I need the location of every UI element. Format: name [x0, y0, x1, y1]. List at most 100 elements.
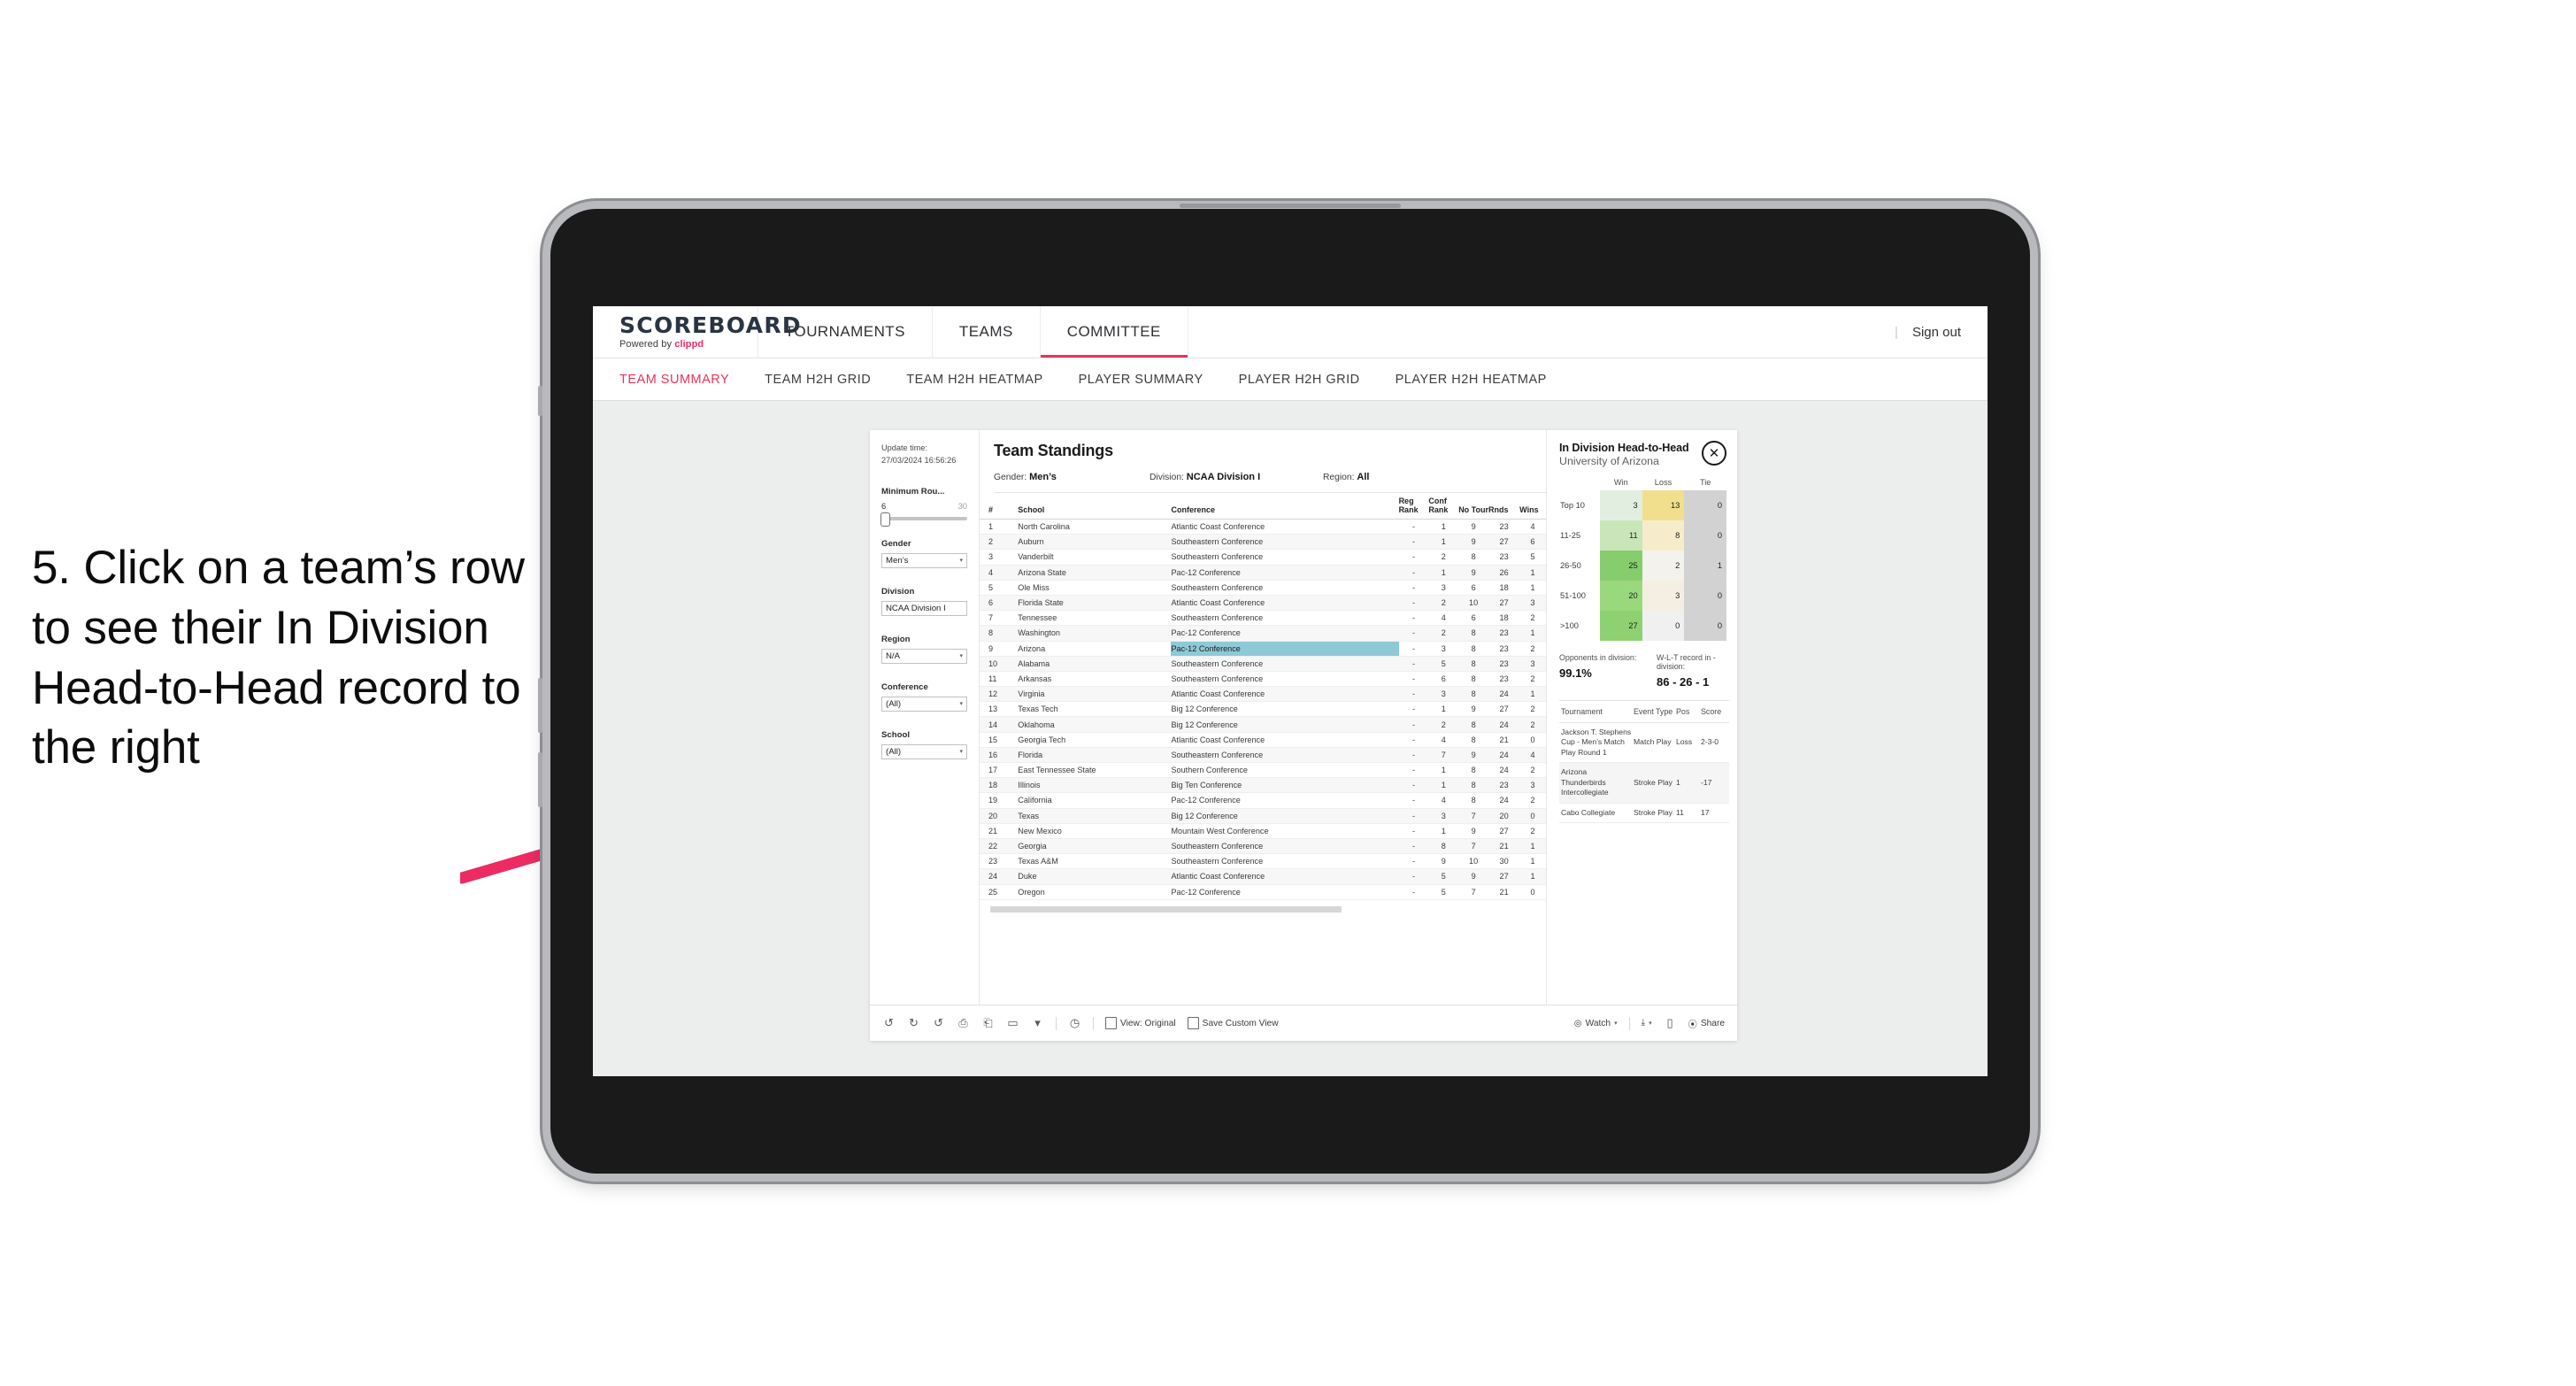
heatmap-cell-loss[interactable]: 13: [1642, 490, 1685, 520]
tab-team-h2h-heatmap[interactable]: TEAM H2H HEATMAP: [906, 373, 1042, 387]
table-row[interactable]: 20 Texas Big 12 Conference -3 7 20 0: [980, 808, 1546, 824]
table-row[interactable]: 19 California Pac-12 Conference -4 8 24 2: [980, 792, 1546, 809]
cell-conf-rank: 2: [1428, 625, 1459, 642]
heatmap-cell-tie[interactable]: 1: [1684, 551, 1726, 581]
tournament-row[interactable]: Arizona Thunderbirds Intercollegiate Stro…: [1559, 762, 1729, 804]
table-row[interactable]: 16 Florida Southeastern Conference -7 9 24 4: [980, 747, 1546, 764]
chevron-down-icon[interactable]: ▾: [1031, 1016, 1044, 1030]
heatmap-cell-win[interactable]: 25: [1600, 551, 1642, 581]
nav-item-tournaments[interactable]: TOURNAMENTS: [758, 306, 933, 358]
table-row[interactable]: 22 Georgia Southeastern Conference -8 7 21 1: [980, 838, 1546, 855]
cell-no-tour: 9: [1458, 868, 1488, 885]
horizontal-scrollbar[interactable]: [990, 905, 1342, 912]
tab-player-h2h-heatmap[interactable]: PLAYER H2H HEATMAP: [1396, 373, 1547, 387]
revert-icon[interactable]: ↺: [932, 1016, 945, 1030]
table-row[interactable]: 2 Auburn Southeastern Conference -1 9 27 6: [980, 534, 1546, 551]
clock-icon[interactable]: ◷: [1068, 1016, 1081, 1030]
close-icon[interactable]: ✕: [1702, 441, 1726, 466]
nav-item-committee[interactable]: COMMITTEE: [1040, 306, 1188, 358]
region-select[interactable]: N/A ▾: [881, 648, 967, 664]
heatmap-cell-tie[interactable]: 0: [1684, 520, 1726, 551]
cell-wins: 1: [1519, 868, 1546, 885]
table-row[interactable]: 13 Texas Tech Big 12 Conference -1 9 27 2: [980, 701, 1546, 718]
save-custom-view-button[interactable]: Save Custom View: [1187, 1017, 1279, 1029]
minimum-rounds-slider[interactable]: [880, 512, 967, 527]
cell-no-tour: 8: [1458, 549, 1488, 566]
table-row[interactable]: 9 Arizona Pac-12 Conference -3 8 23 2: [980, 641, 1546, 657]
tab-team-h2h-grid[interactable]: TEAM H2H GRID: [765, 373, 871, 387]
heatmap-cell-win[interactable]: 3: [1600, 490, 1642, 520]
cell-rnds: 18: [1488, 580, 1520, 596]
school-select[interactable]: (All) ▾: [881, 743, 967, 759]
tournament-row[interactable]: Cabo Collegiate Stroke Play 11 17: [1559, 803, 1729, 823]
tab-player-summary[interactable]: PLAYER SUMMARY: [1079, 373, 1203, 387]
view-original-button[interactable]: View: Original: [1105, 1017, 1176, 1029]
table-row[interactable]: 5 Ole Miss Southeastern Conference -3 6 18 1: [980, 580, 1546, 596]
heatmap-cell-loss[interactable]: 3: [1642, 581, 1685, 611]
undo-icon[interactable]: ↺: [882, 1016, 896, 1030]
watch-label: Watch: [1585, 1018, 1611, 1028]
table-row[interactable]: 14 Oklahoma Big 12 Conference -2 8 24 2: [980, 716, 1546, 733]
table-row[interactable]: 10 Alabama Southeastern Conference -5 8 23 3: [980, 656, 1546, 672]
brand-logo[interactable]: SCOREBOARD Powered by clippd: [593, 306, 801, 358]
heatmap-cell-win[interactable]: 20: [1600, 581, 1642, 611]
share-button[interactable]: ⦿ Share: [1688, 1017, 1725, 1030]
table-row[interactable]: 3 Vanderbilt Southeastern Conference -2 8 23 5: [980, 549, 1546, 566]
tab-player-h2h-grid[interactable]: PLAYER H2H GRID: [1239, 373, 1360, 387]
cell-no-tour: 7: [1458, 884, 1488, 900]
division-select[interactable]: NCAA Division I: [881, 600, 967, 616]
cell-wins: 3: [1519, 595, 1546, 612]
heatmap-cell-loss[interactable]: 8: [1642, 520, 1685, 551]
sign-out-link[interactable]: Sign out: [1912, 325, 1961, 340]
refresh-icon[interactable]: ⎙: [957, 1016, 970, 1030]
table-row[interactable]: 21 New Mexico Mountain West Conference -1 9 2…: [980, 823, 1546, 839]
tab-team-summary[interactable]: TEAM SUMMARY: [619, 373, 729, 387]
table-row[interactable]: 25 Oregon Pac-12 Conference -5 7 21 0: [980, 884, 1546, 900]
download-button[interactable]: ⤓ ▾: [1642, 1018, 1652, 1028]
tournament-row[interactable]: Jackson T. Stephens Cup - Men’s Match Pl…: [1559, 722, 1729, 764]
table-row[interactable]: 24 Duke Atlantic Coast Conference -5 9 27 1: [980, 868, 1546, 885]
table-row[interactable]: 4 Arizona State Pac-12 Conference -1 9 26 1: [980, 565, 1546, 581]
col-rank[interactable]: #: [980, 493, 1019, 520]
chevron-down-icon: ▾: [959, 558, 963, 565]
nav-item-teams[interactable]: TEAMS: [933, 306, 1041, 358]
table-row[interactable]: 8 Washington Pac-12 Conference -2 8 23 1: [980, 625, 1546, 642]
heatmap-cell-loss[interactable]: 2: [1642, 551, 1685, 581]
cell-conference: Big Ten Conference: [1171, 777, 1399, 794]
table-row[interactable]: 11 Arkansas Southeastern Conference -6 8 23 2: [980, 671, 1546, 688]
slider-handle[interactable]: [880, 512, 890, 527]
watch-button[interactable]: ◎ Watch ▾: [1574, 1019, 1618, 1028]
col-no-tour[interactable]: No Tour: [1458, 493, 1488, 520]
col-conf-rank[interactable]: Conf Rank: [1428, 493, 1459, 520]
col-wins[interactable]: Wins: [1519, 493, 1546, 520]
table-row[interactable]: 15 Georgia Tech Atlantic Coast Conference -…: [980, 732, 1546, 748]
cell-rnds: 27: [1488, 534, 1520, 551]
col-conference[interactable]: Conference: [1171, 493, 1399, 520]
heatmap-cell-win[interactable]: 27: [1600, 611, 1642, 641]
heatmap-cell-tie[interactable]: 0: [1684, 581, 1726, 611]
table-row[interactable]: 7 Tennessee Southeastern Conference -4 6 18 2: [980, 610, 1546, 627]
col-rnds[interactable]: Rnds: [1488, 493, 1520, 520]
conference-select[interactable]: (All) ▾: [881, 696, 967, 712]
heatmap-cell-tie[interactable]: 0: [1684, 611, 1726, 641]
heatmap-cell-tie[interactable]: 0: [1684, 490, 1726, 520]
heatmap-cell-win[interactable]: 11: [1600, 520, 1642, 551]
table-row[interactable]: 18 Illinois Big Ten Conference -1 8 23 3: [980, 777, 1546, 794]
table-row[interactable]: 6 Florida State Atlantic Coast Conference -…: [980, 595, 1546, 612]
table-row[interactable]: 1 North Carolina Atlantic Coast Conference…: [980, 519, 1546, 535]
filter-conference: Conference (All) ▾: [881, 682, 967, 712]
table-row[interactable]: 12 Virginia Atlantic Coast Conference -3 8 24…: [980, 686, 1546, 703]
col-school[interactable]: School: [1018, 493, 1172, 520]
cell-wins: 4: [1519, 747, 1546, 764]
tablet-speaker: [1180, 204, 1401, 208]
heatmap-cell-loss[interactable]: 0: [1642, 611, 1685, 641]
pause-icon[interactable]: ⎗: [981, 1016, 995, 1030]
col-reg-rank[interactable]: Reg Rank: [1398, 493, 1429, 520]
device-layout-icon[interactable]: ▯: [1664, 1016, 1677, 1030]
rectangle-select-icon[interactable]: ▭: [1006, 1016, 1019, 1030]
table-row[interactable]: 23 Texas A&M Southeastern Conference -9 10 30…: [980, 853, 1546, 870]
redo-icon[interactable]: ↻: [907, 1016, 920, 1030]
gender-select[interactable]: Men’s ▾: [881, 552, 967, 568]
cell-rank: 8: [980, 625, 1019, 642]
table-row[interactable]: 17 East Tennessee State Southern Conferenc…: [980, 762, 1546, 779]
